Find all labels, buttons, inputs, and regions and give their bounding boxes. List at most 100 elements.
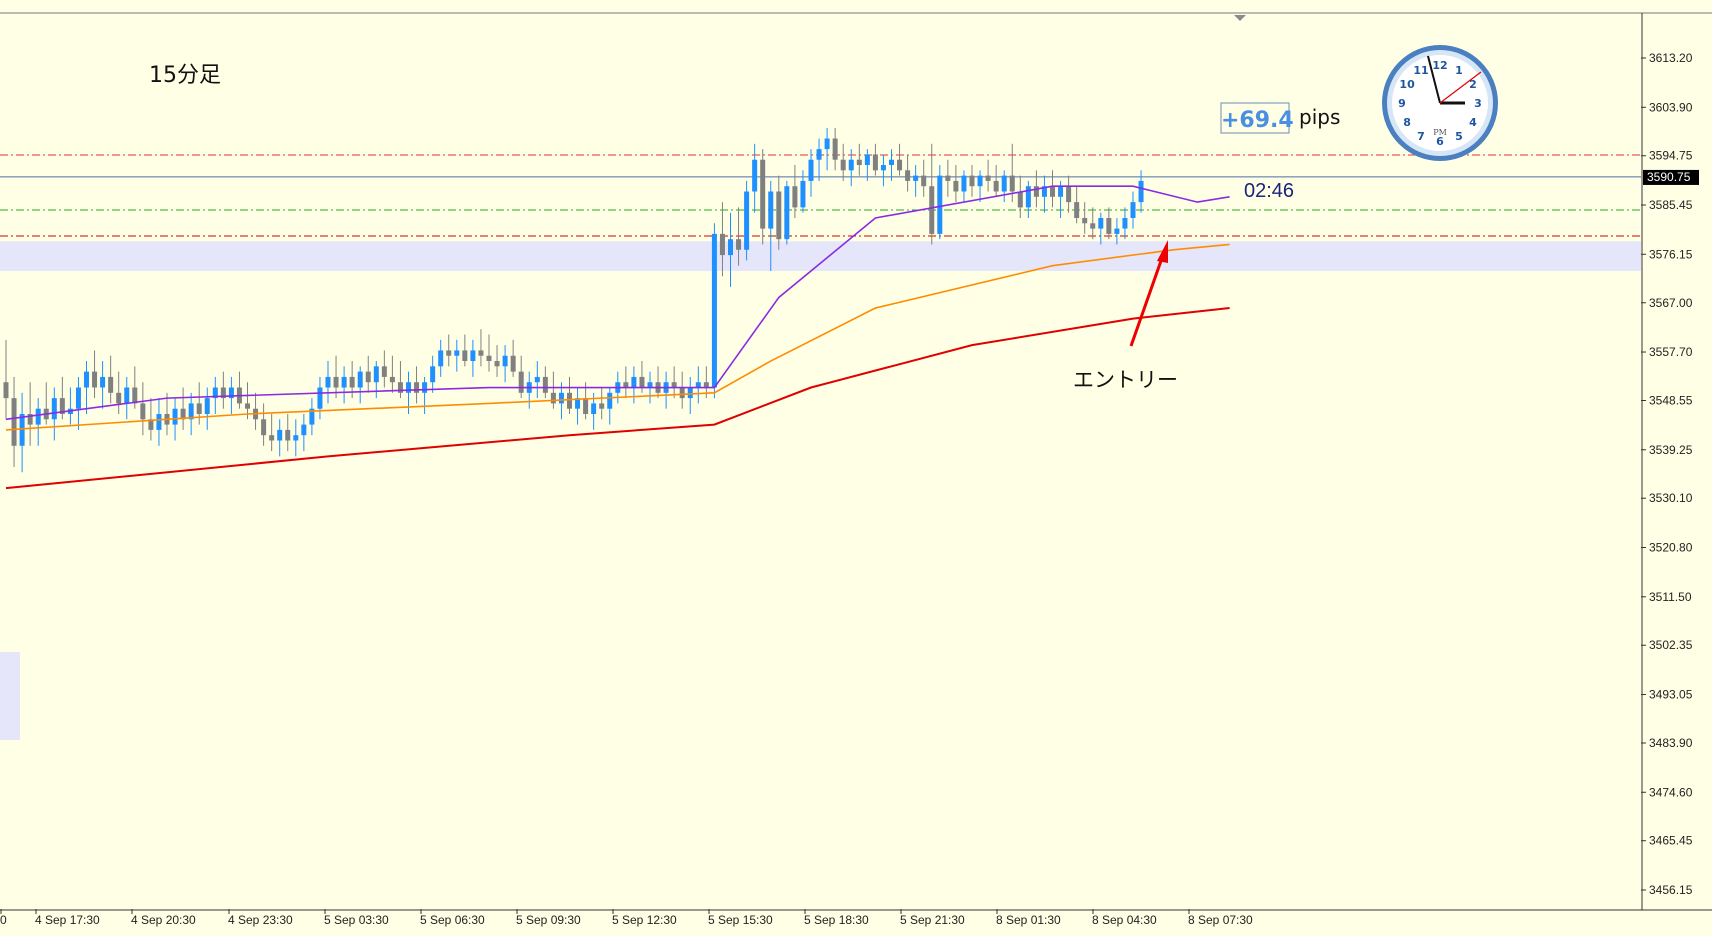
candle-body <box>719 233 725 256</box>
candle-body <box>800 180 806 208</box>
candle <box>905 154 911 192</box>
candle-body <box>245 403 250 409</box>
candle <box>140 382 146 436</box>
x-tick-label: 8 Sep 01:30 <box>996 913 1061 927</box>
candle-body <box>19 414 25 446</box>
candle <box>430 355 436 393</box>
candle-body <box>1001 175 1007 192</box>
candle-body <box>373 366 379 383</box>
candle-body <box>824 138 830 150</box>
candle <box>567 376 572 415</box>
y-tick-label: 3585.45 <box>1649 198 1693 212</box>
candle-body <box>494 361 500 367</box>
candle-body <box>204 398 210 415</box>
candle-body <box>414 382 420 393</box>
x-tick-label: 5 Sep 03:30 <box>324 913 389 927</box>
candle <box>840 143 846 181</box>
candle-body <box>728 239 733 256</box>
candle-body <box>985 175 991 181</box>
candle-body <box>921 175 927 187</box>
candle-body <box>558 392 564 404</box>
candle-body <box>406 382 411 393</box>
candle <box>389 355 395 393</box>
x-tick-label: 5 Sep 21:30 <box>900 913 965 927</box>
candle <box>776 175 782 250</box>
candle <box>478 329 484 367</box>
y-tick-label: 3576.15 <box>1649 247 1693 261</box>
candle <box>607 387 613 425</box>
candle <box>1090 207 1096 240</box>
bar-countdown: 02:46 <box>1244 180 1294 202</box>
candle-body <box>945 175 951 181</box>
y-tick-label: 3502.35 <box>1649 638 1693 652</box>
candle-body <box>502 355 508 367</box>
candle <box>196 382 202 425</box>
candle <box>575 387 581 425</box>
candle <box>945 159 951 197</box>
candle-body <box>140 403 146 420</box>
candle <box>961 170 967 203</box>
profit-unit: pips <box>1299 105 1340 129</box>
y-tick-label: 3594.75 <box>1649 149 1693 163</box>
y-tick-label: 3603.90 <box>1649 100 1693 114</box>
candle-body <box>478 350 484 356</box>
candle <box>164 392 170 436</box>
clock-numeral: 4 <box>1469 116 1477 129</box>
candle-body <box>1106 217 1112 234</box>
candle-body <box>196 403 202 415</box>
candle-body <box>1025 186 1031 208</box>
candle <box>293 419 299 457</box>
candle-body <box>11 398 17 446</box>
clock-numeral: 5 <box>1455 130 1463 143</box>
candle-body <box>341 376 347 388</box>
chart-window: 3613.20 3603.90 3594.75 3585.45 3576.15 3567.… <box>0 0 1712 936</box>
clock-numeral: 7 <box>1417 130 1425 143</box>
x-tick-label: 5 Sep 06:30 <box>420 913 485 927</box>
horizontal-lines <box>0 154 1641 237</box>
candle <box>381 350 387 388</box>
y-tick-label: 3520.80 <box>1649 541 1693 555</box>
candle <box>510 339 516 377</box>
candle-body <box>808 159 814 181</box>
candle <box>728 212 733 287</box>
price-chart[interactable]: 3613.20 3603.90 3594.75 3585.45 3576.15 3567.… <box>0 0 1712 936</box>
candle-body <box>679 387 685 399</box>
candle-body <box>711 233 717 388</box>
candle <box>1017 175 1023 218</box>
candle-body <box>510 355 516 372</box>
candle-body <box>953 180 959 192</box>
candle <box>277 419 283 457</box>
candle-body <box>277 429 283 441</box>
candle <box>108 355 114 404</box>
candle-body <box>937 175 943 234</box>
candle <box>51 387 57 441</box>
shift-marker <box>1234 15 1246 21</box>
candle <box>631 366 637 404</box>
candle-body <box>567 392 572 409</box>
candle-body <box>969 175 975 187</box>
candle <box>220 371 226 409</box>
candle-body <box>534 376 540 383</box>
clock-numeral: 1 <box>1455 64 1463 77</box>
clock-numeral: 12 <box>1432 59 1447 72</box>
candle-body <box>816 149 822 160</box>
candle <box>43 382 49 425</box>
y-tick-label: 3567.00 <box>1649 296 1693 310</box>
x-tick-label: 4 Sep 23:30 <box>228 913 293 927</box>
x-tick-label: 4 Sep 20:30 <box>131 913 196 927</box>
candle-body <box>913 175 919 181</box>
candle <box>373 361 379 399</box>
candle <box>317 376 323 420</box>
zone-left-partial <box>0 652 20 740</box>
y-tick-label: 3465.45 <box>1649 834 1693 848</box>
candle <box>1041 175 1047 213</box>
candle-body <box>470 350 476 362</box>
candle-body <box>92 371 98 388</box>
candle <box>993 165 999 197</box>
candle <box>438 339 444 377</box>
moving-averages <box>5 185 1230 490</box>
candle <box>204 387 210 430</box>
candle-body <box>607 392 613 409</box>
timeframe-label: 15分足 <box>149 63 221 88</box>
candle <box>913 165 919 197</box>
